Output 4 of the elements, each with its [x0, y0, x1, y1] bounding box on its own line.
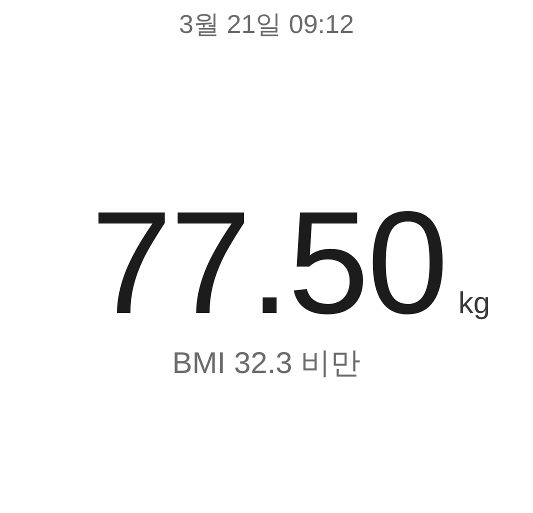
- weight-value: 77.50: [90, 188, 446, 338]
- bmi-label: BMI 32.3 비만: [172, 346, 361, 382]
- date-time: 3월 21일 09:12: [179, 8, 354, 41]
- weight-unit: kg: [458, 287, 490, 321]
